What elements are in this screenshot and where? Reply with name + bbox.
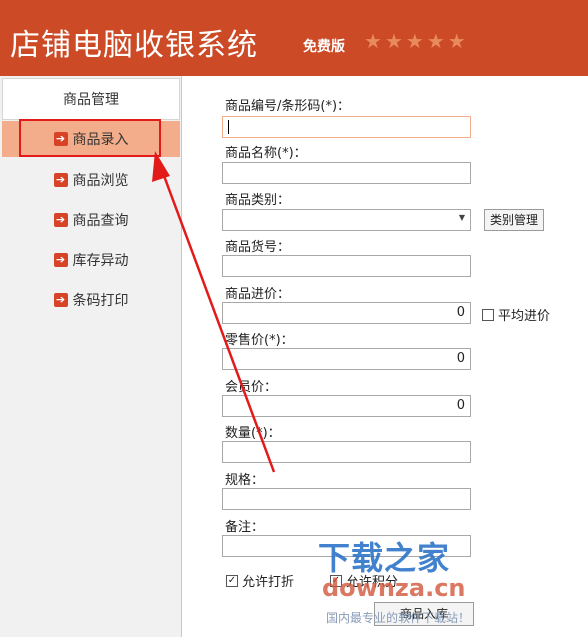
checkbox-box — [482, 308, 494, 321]
sidebar-item-product-search[interactable]: ➔ 商品查询 — [2, 202, 180, 238]
allow-discount-label: 允许打折 — [242, 575, 295, 590]
category-label: 商品类别： — [225, 193, 291, 208]
app-header: 店铺电脑收银系统 免费版 ★ ★ ★ ★ ★ — [0, 0, 588, 76]
name-label: 商品名称(*)： — [225, 146, 307, 161]
sku-label: 商品货号： — [225, 240, 291, 255]
barcode-input[interactable] — [222, 116, 471, 138]
retail-price-label: 零售价(*)： — [225, 333, 294, 348]
allow-discount-checkbox[interactable]: ✓ 允许打折 — [226, 571, 294, 590]
notes-label: 备注： — [225, 520, 265, 535]
arrow-right-icon: ➔ — [53, 293, 68, 307]
sidebar-item-label: 商品查询 — [72, 213, 129, 229]
sidebar-item-product-entry[interactable]: ➔ 商品录入 — [2, 121, 180, 157]
spec-label: 规格： — [225, 473, 265, 488]
sidebar-item-label: 条码打印 — [72, 293, 129, 309]
arrow-right-icon: ➔ — [53, 213, 68, 227]
edition-badge: 免费版 — [303, 39, 345, 55]
sidebar-item-label: 商品浏览 — [72, 173, 129, 189]
quantity-label: 数量(*)： — [225, 426, 281, 441]
sidebar-item-label: 商品录入 — [72, 132, 129, 148]
category-manage-button[interactable]: 类别管理 — [484, 209, 544, 231]
rating-stars: ★ ★ ★ ★ ★ — [364, 30, 466, 52]
name-input[interactable] — [222, 162, 471, 184]
watermark-domain: downza.cn — [322, 574, 466, 602]
cost-price-label: 商品进价： — [225, 287, 291, 302]
quantity-input[interactable] — [222, 441, 471, 463]
barcode-label: 商品编号/条形码(*)： — [225, 99, 351, 114]
arrow-right-icon: ➔ — [53, 253, 68, 267]
spec-input[interactable] — [222, 488, 471, 510]
star-icon: ★ — [447, 29, 466, 53]
sku-input[interactable] — [222, 255, 471, 277]
average-cost-label: 平均进价 — [498, 309, 551, 324]
average-cost-checkbox[interactable]: 平均进价 — [482, 305, 550, 324]
dropdown-arrow-icon: ▼ — [458, 213, 465, 222]
sidebar-item-barcode-print[interactable]: ➔ 条码打印 — [2, 282, 180, 318]
checkbox-check-icon: ✓ — [226, 574, 238, 587]
arrow-right-icon: ➔ — [53, 132, 68, 146]
watermark-slogan: 国内最专业的软件下载站！ — [326, 611, 471, 625]
arrow-right-icon: ➔ — [53, 173, 68, 187]
cost-price-input[interactable]: 0 — [222, 302, 471, 324]
sidebar-item-product-browse[interactable]: ➔ 商品浏览 — [2, 162, 180, 198]
star-icon: ★ — [426, 29, 445, 53]
sidebar-item-label: 库存异动 — [72, 253, 129, 269]
star-icon: ★ — [405, 29, 424, 53]
member-price-input[interactable]: 0 — [222, 395, 471, 417]
sidebar: 商品管理 ➔ 商品录入 ➔ 商品浏览 ➔ 商品查询 ➔ 库存异动 ➔ 条码打印 — [0, 76, 182, 637]
app-title: 店铺电脑收银系统 — [10, 28, 258, 63]
member-price-label: 会员价： — [225, 380, 278, 395]
text-caret — [228, 119, 229, 134]
retail-price-input[interactable]: 0 — [222, 348, 471, 370]
category-select[interactable]: ▼ — [222, 209, 471, 231]
watermark-title: 下载之家 — [318, 539, 451, 577]
sidebar-item-stock-change[interactable]: ➔ 库存异动 — [2, 242, 180, 278]
sidebar-section-title: 商品管理 — [2, 78, 180, 120]
star-icon: ★ — [364, 29, 382, 53]
star-icon: ★ — [384, 29, 403, 53]
